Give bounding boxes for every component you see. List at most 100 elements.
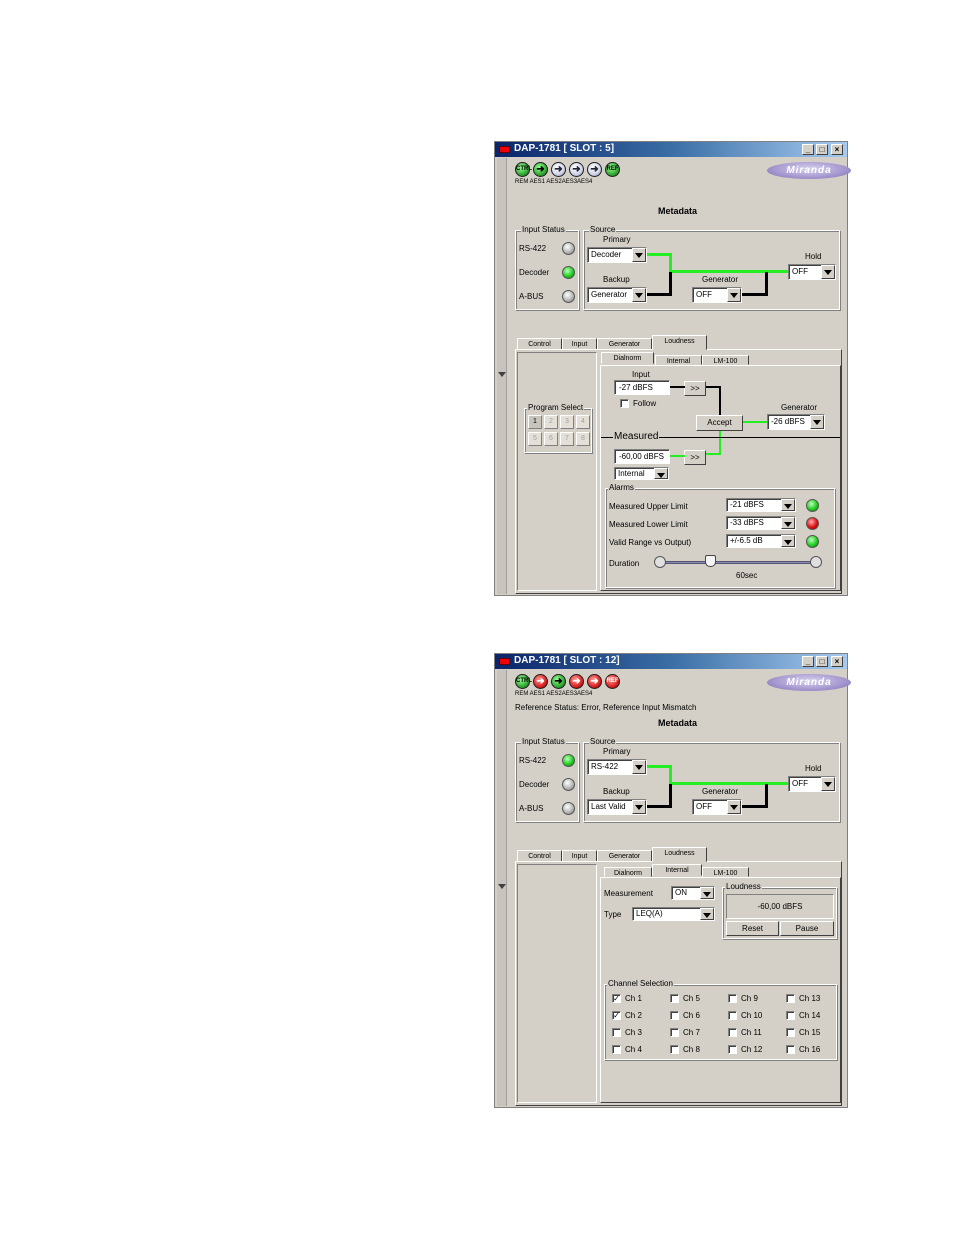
route-line <box>706 453 721 455</box>
dialnorm-input-field[interactable]: -27 dBFS <box>614 380 670 395</box>
type-select[interactable]: LEQ(A) <box>632 907 715 921</box>
page-title: Metadata <box>657 206 697 216</box>
program-button-7[interactable]: 7 <box>560 432 574 446</box>
valid-range-select[interactable]: +/-6.5 dB <box>726 534 796 548</box>
subtab-dialnorm[interactable]: Dialnorm <box>604 867 652 877</box>
channel-checkbox[interactable] <box>786 1028 795 1037</box>
program-select-group: Program Select 1234 5678 <box>524 403 592 453</box>
slider-thumb[interactable] <box>705 555 717 567</box>
channel-checkbox[interactable] <box>786 1045 795 1054</box>
program-button-6[interactable]: 6 <box>544 432 558 446</box>
reset-button[interactable]: Reset <box>726 921 779 936</box>
hold-label: Hold <box>805 764 822 773</box>
side-collapse-bar[interactable] <box>497 670 507 1106</box>
maximize-button[interactable]: □ <box>816 144 828 155</box>
lower-limit-select[interactable]: -33 dBFS <box>726 516 796 530</box>
ref-status-icon[interactable]: REF <box>605 162 620 177</box>
accept-button[interactable]: Accept <box>696 415 743 431</box>
close-button[interactable]: × <box>831 656 843 667</box>
ref-status-icon[interactable]: REF <box>605 674 620 689</box>
aes1-status-icon[interactable]: ➜ <box>533 162 548 177</box>
aes1-status-icon[interactable]: ➜ <box>533 674 548 689</box>
side-collapse-bar[interactable] <box>497 158 507 594</box>
channel-checkbox[interactable] <box>728 1028 737 1037</box>
decoder-status-led <box>562 266 575 279</box>
aes4-status-icon[interactable]: ➜ <box>587 674 602 689</box>
generator-select[interactable]: OFF <box>692 287 742 303</box>
channel-checkbox[interactable] <box>728 994 737 1003</box>
primary-source-select[interactable]: RS-422 <box>587 759 647 775</box>
tab-loudness[interactable]: Loudness <box>652 335 707 350</box>
channel-checkbox[interactable] <box>786 994 795 1003</box>
tab-loudness[interactable]: Loudness <box>652 847 707 862</box>
lower-limit-led <box>806 517 819 530</box>
measured-value-field: -60,00 dBFS <box>614 449 670 464</box>
channel-selection-label: Channel Selection <box>607 979 674 988</box>
channel-checkbox[interactable] <box>670 994 679 1003</box>
input-rs422-label: RS-422 <box>519 756 547 765</box>
hold-select[interactable]: OFF <box>788 776 836 792</box>
subtab-dialnorm[interactable]: Dialnorm <box>601 352 654 364</box>
slider-right-arrow-icon[interactable] <box>810 556 822 568</box>
program-button-5[interactable]: 5 <box>528 432 542 446</box>
title-bar[interactable]: DAP-1781 [ SLOT : 12] _ □ × <box>495 654 847 669</box>
program-button-8[interactable]: 8 <box>576 432 590 446</box>
channel-checkbox[interactable] <box>670 1045 679 1054</box>
channel-checkbox[interactable]: ✓ <box>612 994 621 1003</box>
subtab-internal[interactable]: Internal <box>655 355 702 365</box>
type-label: Type <box>604 910 622 919</box>
channel-checkbox[interactable] <box>670 1028 679 1037</box>
measured-source-select[interactable]: Internal <box>614 467 669 480</box>
upper-limit-select[interactable]: -21 dBFS <box>726 498 796 512</box>
measured-copy-button[interactable]: >> <box>684 450 706 465</box>
collapse-arrow-icon[interactable] <box>498 884 506 889</box>
subtab-internal[interactable]: Internal <box>652 864 702 876</box>
dialnorm-copy-button[interactable]: >> <box>684 381 706 396</box>
route-line <box>647 293 671 296</box>
rem-status-icon[interactable]: CTRL <box>515 162 532 177</box>
hold-select[interactable]: OFF <box>788 264 836 280</box>
channel-checkbox[interactable] <box>612 1028 621 1037</box>
channel-label: Ch 1 <box>625 994 642 1003</box>
reference-status: Reference Status: Error, Reference Input… <box>515 703 697 712</box>
backup-source-select[interactable]: Last Valid <box>587 799 647 815</box>
channel-label: Ch 9 <box>741 994 758 1003</box>
aes2-status-icon[interactable]: ➜ <box>551 162 566 177</box>
follow-checkbox[interactable] <box>620 399 629 408</box>
channel-checkbox[interactable] <box>612 1045 621 1054</box>
upper-limit-label: Measured Upper Limit <box>609 502 688 511</box>
collapse-arrow-icon[interactable] <box>498 372 506 377</box>
duration-slider[interactable] <box>654 555 822 571</box>
program-button-4[interactable]: 4 <box>576 415 590 429</box>
program-button-1[interactable]: 1 <box>528 415 542 429</box>
channel-checkbox[interactable] <box>670 1011 679 1020</box>
route-line <box>742 805 767 808</box>
generator-select[interactable]: OFF <box>692 799 742 815</box>
dialnorm-generator-select[interactable]: -26 dBFS <box>767 414 825 430</box>
maximize-button[interactable]: □ <box>816 656 828 667</box>
channel-checkbox[interactable] <box>786 1011 795 1020</box>
channel-checkbox[interactable] <box>728 1045 737 1054</box>
primary-source-select[interactable]: Decoder <box>587 247 647 263</box>
channel-checkbox[interactable] <box>728 1011 737 1020</box>
channel-label: Ch 12 <box>741 1045 763 1054</box>
aes3-status-icon[interactable]: ➜ <box>569 162 584 177</box>
measurement-select[interactable]: ON <box>671 886 715 900</box>
close-button[interactable]: × <box>831 144 843 155</box>
channel-checkbox[interactable]: ✓ <box>612 1011 621 1020</box>
program-button-2[interactable]: 2 <box>544 415 558 429</box>
minimize-button[interactable]: _ <box>802 144 814 155</box>
rem-status-icon[interactable]: CTRL <box>515 674 532 689</box>
aes4-status-icon[interactable]: ➜ <box>587 162 602 177</box>
backup-source-select[interactable]: Generator <box>587 287 647 303</box>
title-bar[interactable]: DAP-1781 [ SLOT : 5] _ □ × <box>495 142 847 157</box>
backup-label: Backup <box>603 275 630 284</box>
subtab-lm100[interactable]: LM-100 <box>702 355 749 365</box>
aes3-status-icon[interactable]: ➜ <box>569 674 584 689</box>
pause-button[interactable]: Pause <box>780 921 834 936</box>
program-button-3[interactable]: 3 <box>560 415 574 429</box>
minimize-button[interactable]: _ <box>802 656 814 667</box>
subtab-lm100[interactable]: LM-100 <box>702 867 749 877</box>
aes2-status-icon[interactable]: ➜ <box>551 674 566 689</box>
slider-left-arrow-icon[interactable] <box>654 556 666 568</box>
